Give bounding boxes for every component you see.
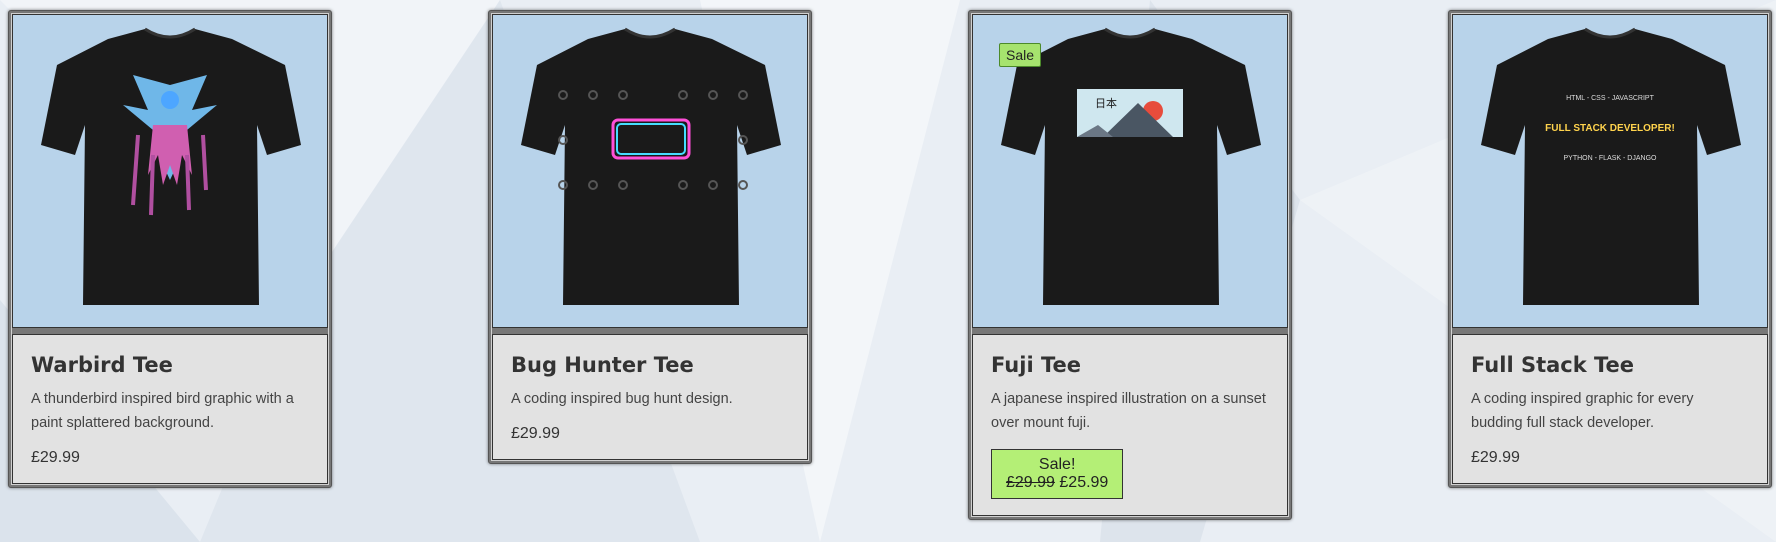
product-description: A thunderbird inspired bird graphic with…	[31, 391, 294, 431]
product-description: A coding inspired bug hunt design.	[511, 391, 733, 407]
product-image[interactable]: HTML - CSS - JAVASCRIPT FULL STACK DEVEL…	[1452, 14, 1768, 328]
product-title[interactable]: Warbird Tee	[31, 353, 309, 377]
product-card[interactable]: Warbird Tee A thunderbird inspired bird …	[8, 10, 332, 488]
graphic-text-bottom: PYTHON - FLASK - DJANGO	[1564, 155, 1658, 162]
product-card[interactable]: Bug Hunter Tee A coding inspired bug hun…	[488, 10, 812, 464]
product-title[interactable]: Fuji Tee	[991, 353, 1269, 377]
old-price: £29.99	[1006, 474, 1055, 491]
sale-label: Sale!	[1038, 456, 1076, 473]
product-info: Bug Hunter Tee A coding inspired bug hun…	[492, 334, 808, 460]
product-description: A coding inspired graphic for every budd…	[1471, 391, 1694, 431]
product-price: £29.99	[511, 425, 560, 442]
product-title[interactable]: Bug Hunter Tee	[511, 353, 789, 377]
fuji-graphic	[1077, 89, 1183, 137]
product-image[interactable]	[12, 14, 328, 328]
product-title[interactable]: Full Stack Tee	[1471, 353, 1749, 377]
fuji-graphic-text: 日本	[1095, 96, 1117, 110]
product-image[interactable]	[492, 14, 808, 328]
product-price: £29.99	[1471, 449, 1520, 466]
tshirt-image	[41, 27, 301, 305]
product-description: A japanese inspired illustration on a su…	[991, 391, 1266, 431]
tshirt-image	[521, 27, 781, 305]
sale-badge: Sale	[999, 43, 1042, 67]
sale-price-box: Sale! £29.99 £25.99	[991, 449, 1124, 499]
graphic-text-main: FULL STACK DEVELOPER!	[1545, 123, 1675, 134]
new-price: £25.99	[1059, 474, 1109, 491]
graphic-text-top: HTML - CSS - JAVASCRIPT	[1566, 95, 1654, 102]
tshirt-image: HTML - CSS - JAVASCRIPT FULL STACK DEVEL…	[1481, 27, 1741, 305]
product-price: £29.99	[31, 449, 80, 466]
product-image[interactable]: 日本 Sale	[972, 14, 1288, 328]
product-info: Warbird Tee A thunderbird inspired bird …	[12, 334, 328, 484]
product-card[interactable]: HTML - CSS - JAVASCRIPT FULL STACK DEVEL…	[1448, 10, 1772, 488]
product-info: Full Stack Tee A coding inspired graphic…	[1452, 334, 1768, 484]
product-info: Fuji Tee A japanese inspired illustratio…	[972, 334, 1288, 516]
product-card[interactable]: 日本 Sale Fuji Tee A japanese inspired ill…	[968, 10, 1292, 520]
